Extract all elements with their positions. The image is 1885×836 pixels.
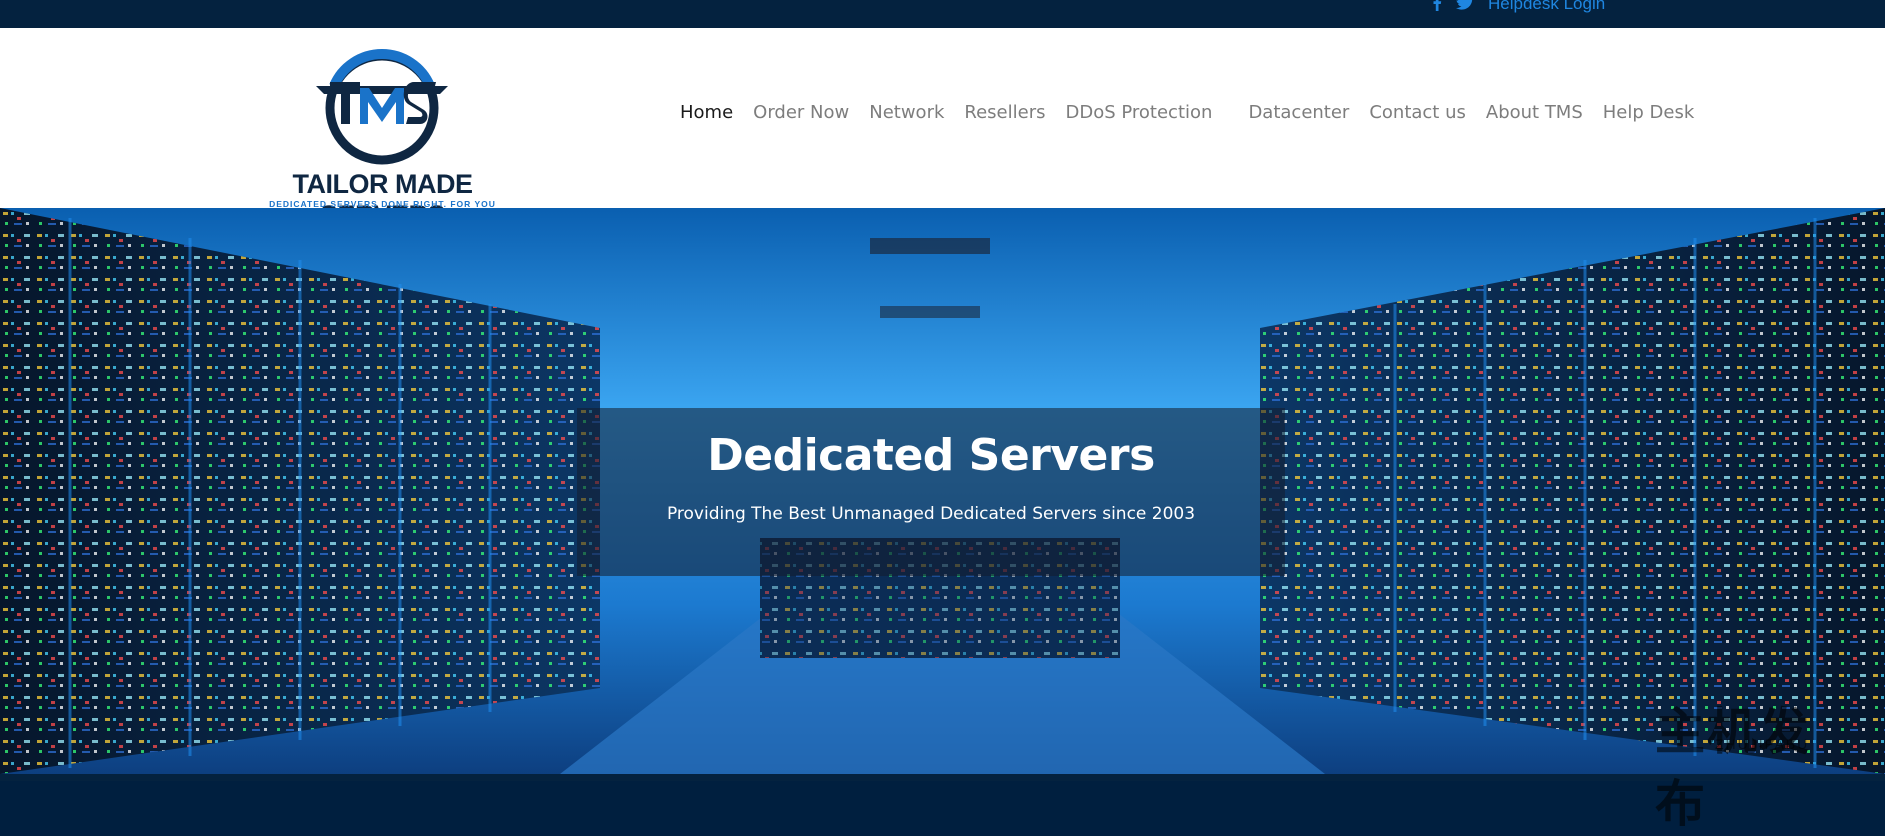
nav-item-contact-us[interactable]: Contact us xyxy=(1359,102,1476,123)
hero-banner: Dedicated Servers Providing The Best Unm… xyxy=(0,208,1885,774)
hero-subtitle: Providing The Best Unmanaged Dedicated S… xyxy=(666,504,1196,524)
site-logo[interactable]: TAILOR MADE SERVERS DEDICATED SERVERS DO… xyxy=(240,42,530,230)
watermark-logo: 主机发布 ZHUJIFABU xyxy=(1655,692,1855,833)
top-bar: Helpdesk Login xyxy=(0,0,1885,28)
watermark-subtext: ZHUJIFABU xyxy=(1715,736,1810,752)
top-links: Helpdesk Login xyxy=(1428,0,1605,14)
bottom-bar xyxy=(0,774,1885,781)
tms-logo-mark-icon xyxy=(316,49,448,165)
hero-title: Dedicated Servers xyxy=(707,430,1155,481)
main-nav: Home Order Now Network Resellers DDoS Pr… xyxy=(670,102,1704,123)
nav-item-about-tms[interactable]: About TMS xyxy=(1476,102,1593,123)
helpdesk-login-link[interactable]: Helpdesk Login xyxy=(1488,0,1605,14)
nav-item-resellers[interactable]: Resellers xyxy=(954,102,1055,123)
nav-item-home[interactable]: Home xyxy=(670,102,743,123)
nav-item-ddos-protection[interactable]: DDoS Protection xyxy=(1055,102,1238,123)
nav-item-network[interactable]: Network xyxy=(859,102,954,123)
site-header: TAILOR MADE SERVERS DEDICATED SERVERS DO… xyxy=(0,28,1885,230)
nav-item-order-now[interactable]: Order Now xyxy=(743,102,859,123)
watermark-text: 主机发布 xyxy=(1655,703,1811,833)
twitter-icon[interactable] xyxy=(1456,0,1474,13)
facebook-icon[interactable] xyxy=(1428,0,1446,13)
nav-item-help-desk[interactable]: Help Desk xyxy=(1593,102,1705,123)
nav-item-datacenter[interactable]: Datacenter xyxy=(1238,102,1359,123)
